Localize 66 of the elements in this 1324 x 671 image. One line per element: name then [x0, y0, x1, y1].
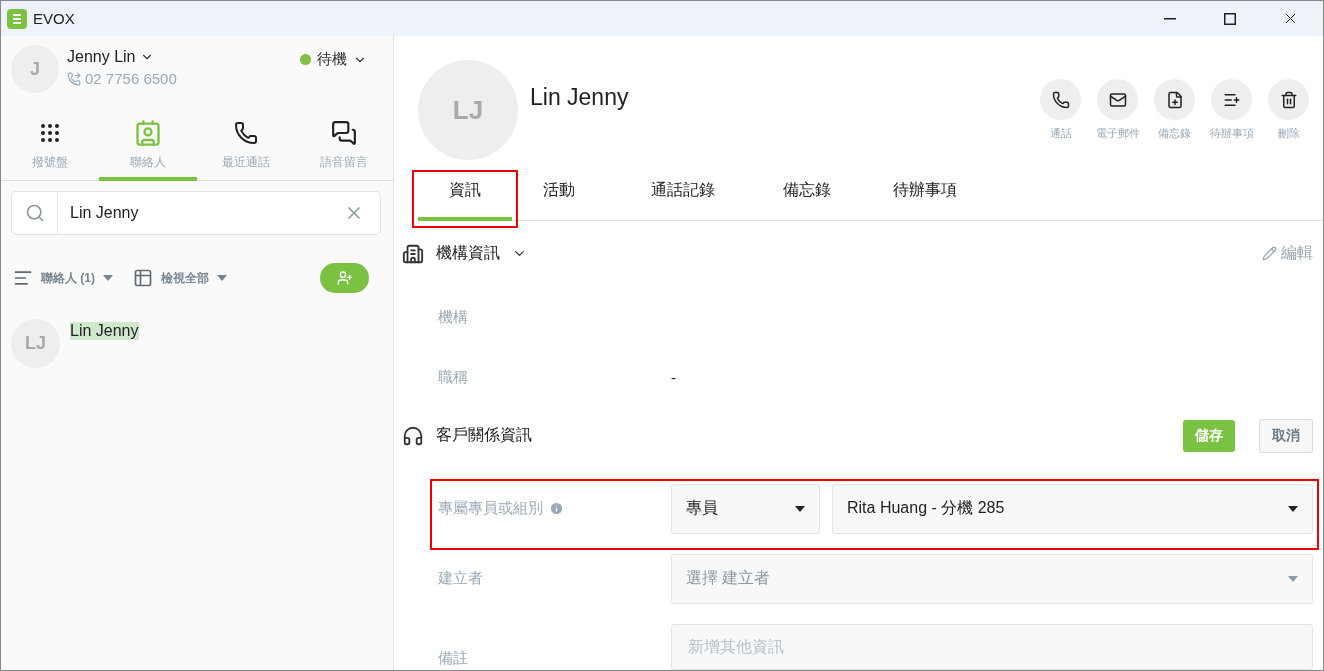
phone-icon: [67, 71, 81, 86]
phone-icon: [234, 121, 258, 145]
field-label: 職稱: [438, 367, 468, 387]
field-label: 機構: [438, 307, 468, 327]
contact-avatar: LJ: [11, 319, 60, 368]
add-person-icon: [336, 270, 353, 286]
tab[interactable]: 待辦事項: [862, 167, 988, 221]
search-field[interactable]: Lin Jenny: [11, 191, 381, 235]
caret-icon: [103, 275, 113, 281]
notes-field[interactable]: 新增其他資訊: [671, 624, 1313, 670]
tab[interactable]: 備忘錄: [752, 167, 862, 221]
dialpad-icon: [38, 121, 62, 145]
note-add-icon: [1165, 90, 1184, 109]
contact-name: Lin Jenny: [530, 84, 630, 111]
caret-icon: [217, 275, 227, 281]
contact-name[interactable]: Lin Jenny: [70, 322, 139, 340]
section-title: 客戶關係資訊: [436, 425, 532, 446]
type-dropdown[interactable]: 專員: [671, 483, 820, 534]
field-value: -: [671, 368, 676, 386]
tab[interactable]: 資訊: [418, 167, 512, 221]
status-dropdown[interactable]: 待機: [300, 45, 383, 69]
pencil-icon: [1262, 246, 1277, 262]
tab[interactable]: 通話記錄: [620, 167, 746, 221]
mail-icon: [1108, 90, 1127, 109]
cancel-button[interactable]: 取消: [1259, 418, 1313, 453]
search-icon: [24, 203, 45, 223]
action-label: 備忘錄: [1158, 126, 1191, 141]
filter-dropdown[interactable]: 聯絡人 (1): [41, 269, 113, 287]
app-logo-icon: [7, 8, 27, 29]
user-name[interactable]: Jenny Lin: [67, 48, 136, 66]
action-label: 電子郵件: [1095, 126, 1140, 141]
field-label: 建立者: [438, 569, 483, 589]
search-input[interactable]: Lin Jenny: [58, 204, 328, 222]
sort-icon: [13, 268, 33, 288]
chat-icon: [331, 120, 357, 146]
action-button[interactable]: [1097, 79, 1138, 120]
section-title[interactable]: 機構資訊: [436, 243, 500, 265]
caret-icon: [1288, 505, 1298, 512]
maximize-icon: [1224, 12, 1236, 25]
building-icon: [402, 242, 424, 265]
list-view-icon: [133, 268, 153, 288]
action-button[interactable]: [1211, 79, 1252, 120]
filter-dropdown[interactable]: 檢視全部: [161, 269, 227, 287]
phone-icon: [1051, 90, 1070, 109]
minimize-icon: [1164, 17, 1176, 20]
caret-icon: [1288, 575, 1298, 582]
assignee-dropdown[interactable]: Rita Huang - 分機 285: [832, 483, 1313, 534]
action-button[interactable]: [1040, 79, 1081, 120]
user-phone: 02 7756 6500: [85, 70, 177, 87]
action-label: 刪除: [1277, 126, 1300, 141]
action-button[interactable]: [1154, 79, 1195, 120]
action-label: 通話: [1049, 126, 1072, 141]
action-label: 待辦事項: [1209, 126, 1254, 141]
field-label: 備註: [438, 649, 468, 668]
info-icon: [549, 501, 564, 517]
trash-icon: [1279, 90, 1298, 109]
status-dot: [300, 54, 311, 65]
tab[interactable]: 活動: [512, 167, 606, 221]
headset-icon: [402, 424, 424, 447]
caret-icon: [795, 505, 805, 512]
contact-card-icon: [134, 119, 162, 147]
window-title: EVOX: [33, 10, 76, 27]
field-label: 專屬專員或組別: [438, 499, 543, 519]
user-avatar: J: [11, 45, 59, 93]
action-button[interactable]: [1268, 79, 1309, 120]
contact-avatar: LJ: [418, 60, 518, 160]
